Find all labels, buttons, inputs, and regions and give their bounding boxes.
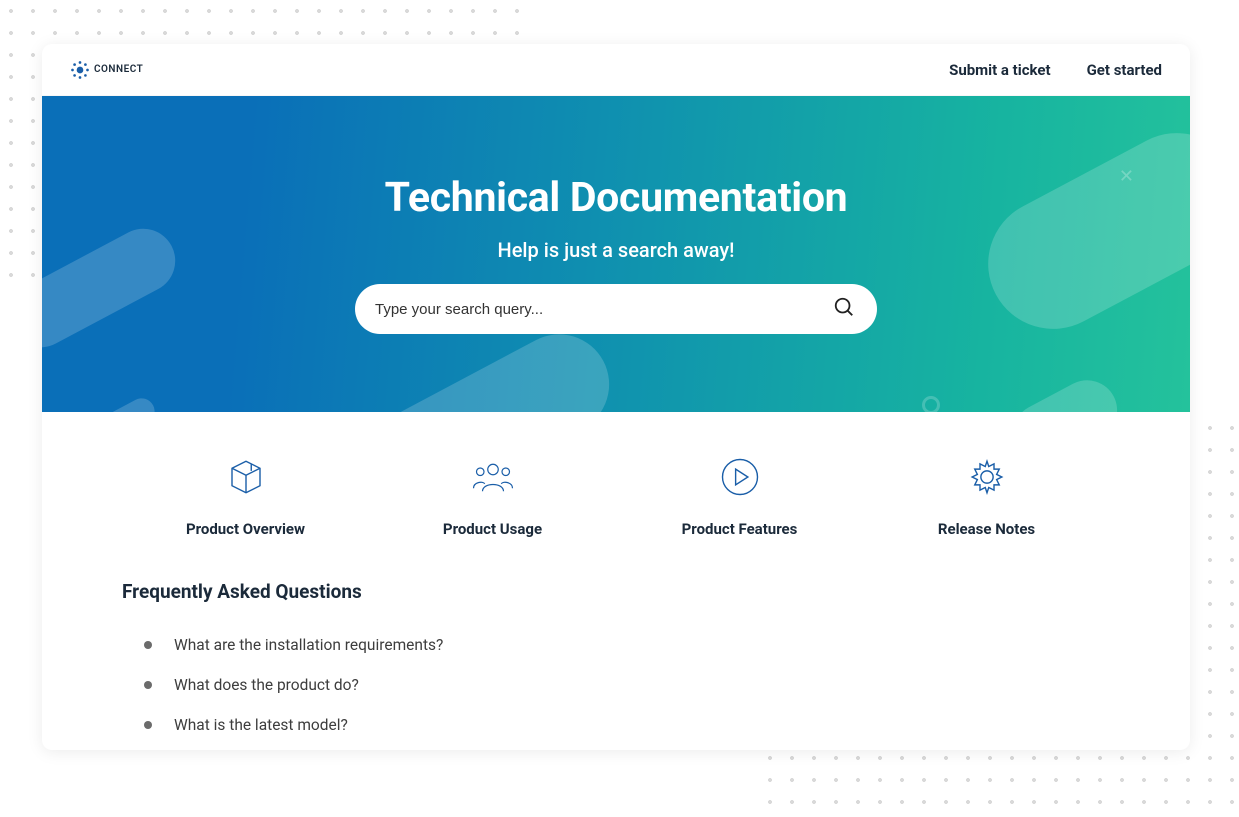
faq-item-text: What are the installation requirements? [174, 636, 443, 654]
x-icon: ✕ [1119, 166, 1134, 187]
cat-label: Product Overview [186, 520, 305, 538]
category-row: Product Overview Product Usage [42, 412, 1190, 538]
people-icon [472, 456, 514, 502]
faq-item-text: What is the latest model? [174, 716, 348, 734]
faq-item[interactable]: What are the installation requirements? [122, 625, 1110, 665]
cat-label: Product Usage [443, 520, 542, 538]
faq-section: Frequently Asked Questions What are the … [42, 538, 1190, 745]
faq-item-text: What does the product do? [174, 676, 359, 694]
logo-text: CONNECT [94, 64, 143, 75]
package-icon [225, 456, 267, 502]
main-card: CONNECT Submit a ticket Get started ✕ Te… [42, 44, 1190, 750]
faq-list: What are the installation requirements? … [122, 625, 1110, 745]
hero-shape [103, 394, 159, 412]
search-input[interactable] [375, 301, 833, 318]
faq-item[interactable]: What does the product do? [122, 665, 1110, 705]
search-icon[interactable] [833, 296, 855, 322]
gear-icon [966, 456, 1008, 502]
play-icon [719, 456, 761, 502]
cat-product-overview[interactable]: Product Overview [122, 456, 369, 538]
cat-product-usage[interactable]: Product Usage [369, 456, 616, 538]
logo-icon [70, 60, 90, 80]
search-box [355, 284, 877, 334]
cat-label: Release Notes [938, 520, 1035, 538]
top-nav: Submit a ticket Get started [949, 61, 1162, 79]
nav-get-started[interactable]: Get started [1087, 61, 1162, 79]
faq-item[interactable]: What is the latest model? [122, 705, 1110, 745]
hero-shape [965, 110, 1190, 352]
logo[interactable]: CONNECT [70, 60, 143, 80]
cat-label: Product Features [682, 520, 798, 538]
hero-banner: ✕ Technical Documentation Help is just a… [42, 96, 1190, 412]
hero-title: Technical Documentation [385, 174, 848, 222]
faq-heading: Frequently Asked Questions [122, 580, 1110, 603]
cat-release-notes[interactable]: Release Notes [863, 456, 1110, 538]
hero-shape [1002, 370, 1127, 412]
nav-submit-ticket[interactable]: Submit a ticket [949, 61, 1051, 79]
top-header: CONNECT Submit a ticket Get started [42, 44, 1190, 96]
hero-shape [42, 217, 186, 358]
cat-product-features[interactable]: Product Features [616, 456, 863, 538]
hero-subtitle: Help is just a search away! [498, 238, 735, 262]
circle-icon [922, 396, 940, 412]
